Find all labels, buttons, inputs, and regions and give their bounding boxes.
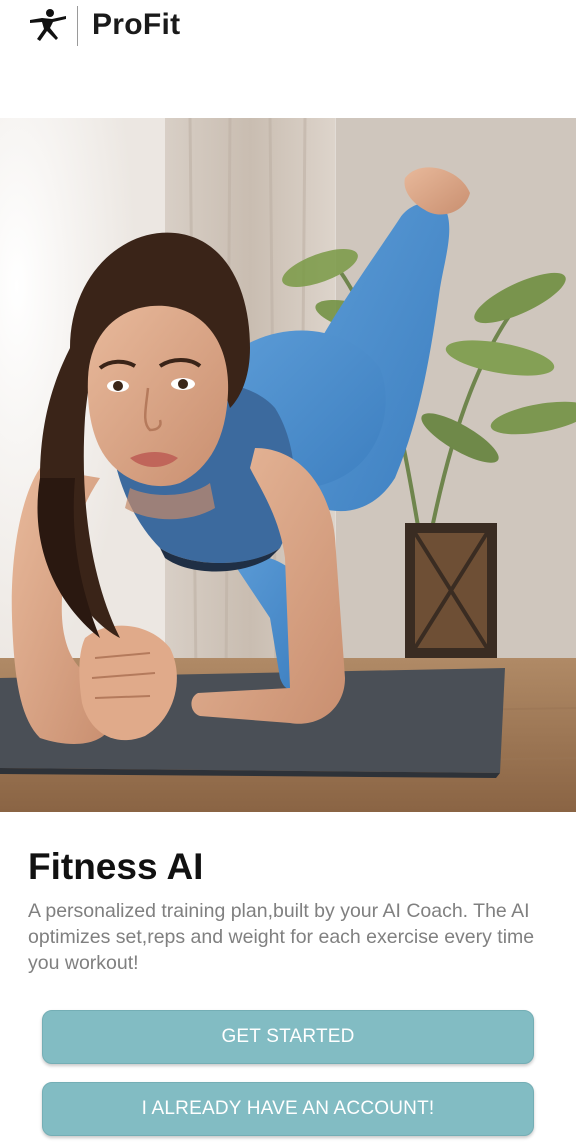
description-text: A personalized training plan,built by yo… — [28, 900, 535, 974]
hero-image — [0, 118, 576, 812]
brand-name: ProFit — [92, 8, 181, 41]
logo-divider — [77, 6, 78, 46]
get-started-button[interactable]: GET STARTED — [42, 1010, 534, 1064]
have-account-button[interactable]: I ALREADY HAVE AN ACCOUNT! — [42, 1082, 534, 1136]
page-title: Fitness AI — [28, 846, 204, 887]
yoga-pose-icon — [30, 9, 66, 41]
app-header: ProFit — [0, 0, 576, 60]
woman-plank-exercise-photo — [0, 118, 576, 812]
